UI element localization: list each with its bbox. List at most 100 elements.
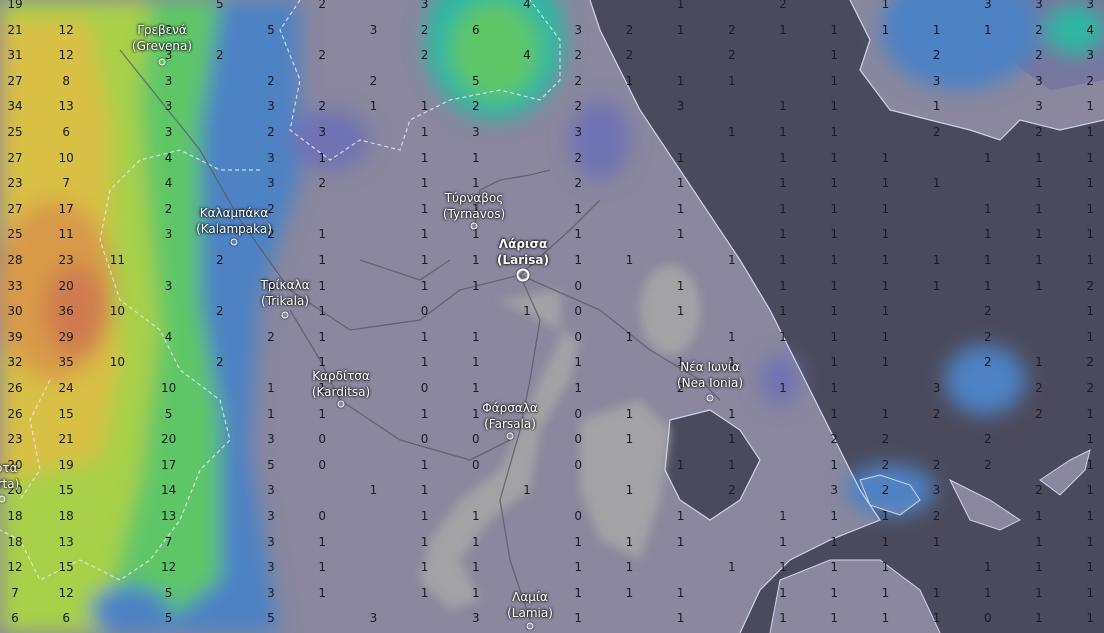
grid-value: 2 xyxy=(932,125,941,139)
grid-value: 0 xyxy=(420,381,429,395)
grid-value: 5 xyxy=(215,0,224,11)
grid-value: 1 xyxy=(676,534,685,549)
grid-value: 26 xyxy=(7,406,23,421)
grid-value: 5 xyxy=(267,611,275,626)
grid-value: 1 xyxy=(830,509,839,523)
grid-value: 1 xyxy=(625,73,634,88)
city-marker-icon[interactable] xyxy=(516,268,530,282)
city-marker-icon[interactable] xyxy=(158,58,166,66)
city-marker-icon[interactable] xyxy=(470,222,478,230)
weather-map[interactable]: 19 5 2 3 4 1 2 1 3 3 3 21 12 3 5 3 2 6 3 2 1 2 1 1 1 1 1 2 4 31 12 3 2 2 2… xyxy=(0,0,1104,633)
grid-value: 2 xyxy=(1086,355,1095,370)
grid-value: 1 xyxy=(676,150,685,165)
city-latin-name: (Lamia) xyxy=(507,606,553,620)
grid-value: 1 xyxy=(1035,355,1043,370)
grid-value: 8 xyxy=(62,73,71,88)
grid-value: 13 xyxy=(58,534,74,549)
city-label[interactable]: Γρεβενά (Grevena) xyxy=(132,22,192,54)
grid-value: 1 xyxy=(471,560,480,575)
grid-value: 3 xyxy=(267,176,275,191)
grid-value: 1 xyxy=(420,125,429,139)
city-label[interactable]: Άρτα (Arta) xyxy=(0,460,19,492)
grid-value: 1 xyxy=(1035,150,1043,165)
grid-value: 21 xyxy=(58,432,74,447)
grid-value: 1 xyxy=(1086,304,1095,319)
city-marker-icon[interactable] xyxy=(281,311,289,319)
grid-value: 1 xyxy=(932,278,941,293)
grid-value: 1 xyxy=(830,611,839,626)
grid-value: 10 xyxy=(160,381,177,395)
city-marker-icon[interactable] xyxy=(230,238,238,246)
grid-value: 1 xyxy=(420,534,429,549)
grid-value: 12 xyxy=(58,585,74,600)
grid-value: 1 xyxy=(420,457,429,472)
grid-value: 6 xyxy=(471,22,480,37)
grid-value: 1 xyxy=(932,611,941,626)
grid-value: 36 xyxy=(58,304,74,319)
city-name: Νέα Ιωνία xyxy=(680,360,740,374)
grid-value: 1 xyxy=(676,227,685,242)
grid-value: 2 xyxy=(318,176,327,191)
grid-value: 1 xyxy=(420,99,429,114)
grid-value: 1 xyxy=(779,176,787,191)
grid-value: 19 xyxy=(7,0,23,11)
grid-value: 2 xyxy=(215,253,224,267)
grid-value: 1 xyxy=(574,355,583,370)
grid-value: 1 xyxy=(932,176,941,191)
grid-value: 1 xyxy=(881,585,890,600)
grid-value: 33 xyxy=(7,278,23,293)
grid-value: 1 xyxy=(830,381,839,395)
grid-value: 4 xyxy=(164,150,173,165)
grid-value: 2 xyxy=(625,48,634,63)
grid-value: 3 xyxy=(267,483,275,498)
grid-value: 2 xyxy=(574,176,583,191)
grid-value: 1 xyxy=(727,432,736,447)
grid-value: 1 xyxy=(1086,201,1095,216)
grid-value: 4 xyxy=(523,0,531,11)
grid-value: 1 xyxy=(779,509,787,523)
city-label[interactable]: Τρίκαλα (Trikala) xyxy=(260,277,309,309)
grid-value: 1 xyxy=(1035,585,1043,600)
grid-value: 1 xyxy=(983,150,992,165)
grid-value: 1 xyxy=(625,534,634,549)
grid-value: 1 xyxy=(574,560,583,575)
grid-value: 2 xyxy=(625,22,634,37)
grid-value: 1 xyxy=(574,585,583,600)
grid-value: 1 xyxy=(318,406,327,421)
grid-value: 1 xyxy=(881,560,890,575)
grid-value: 2 xyxy=(267,125,275,139)
grid-value: 30 xyxy=(7,304,23,319)
grid-value: 2 xyxy=(574,48,583,63)
city-marker-icon[interactable] xyxy=(337,400,345,408)
city-label[interactable]: Νέα Ιωνία (Nea Ionia) xyxy=(677,359,743,391)
grid-value: 1 xyxy=(727,457,736,472)
grid-value: 2 xyxy=(318,0,327,11)
grid-value: 2 xyxy=(1035,381,1043,395)
grid-value: 1 xyxy=(1035,560,1043,575)
grid-value: 3 xyxy=(1086,48,1095,63)
grid-value: 3 xyxy=(267,509,275,523)
grid-value: 4 xyxy=(164,329,173,344)
grid-value: 1 xyxy=(830,278,839,293)
city-label[interactable]: Λάρισα (Larisa) xyxy=(497,236,549,268)
city-label[interactable]: Καλαμπάκα (Kalampaka) xyxy=(196,205,272,237)
grid-value: 1 xyxy=(625,560,634,575)
city-marker-icon[interactable] xyxy=(526,622,534,630)
city-marker-icon[interactable] xyxy=(506,432,514,440)
grid-value: 3 xyxy=(267,432,275,447)
grid-value: 1 xyxy=(1086,176,1095,191)
grid-value: 10 xyxy=(109,355,126,370)
grid-value: 0 xyxy=(318,432,327,447)
grid-value: 1 xyxy=(420,201,429,216)
city-name: Γρεβενά xyxy=(137,23,187,37)
city-label[interactable]: Λαμία (Lamia) xyxy=(507,589,553,621)
city-label[interactable]: Φάρσαλα (Farsala) xyxy=(482,400,538,432)
grid-value: 1 xyxy=(625,483,634,498)
city-label[interactable]: Καρδίτσα (Karditsa) xyxy=(312,368,370,400)
grid-value: 2 xyxy=(983,432,992,447)
grid-value: 2 xyxy=(983,355,992,370)
grid-value: 1 xyxy=(881,611,890,626)
city-marker-icon[interactable] xyxy=(706,394,714,402)
city-label[interactable]: Τύρναβος (Tyrnavos) xyxy=(443,190,505,222)
grid-value: 1 xyxy=(471,329,480,344)
